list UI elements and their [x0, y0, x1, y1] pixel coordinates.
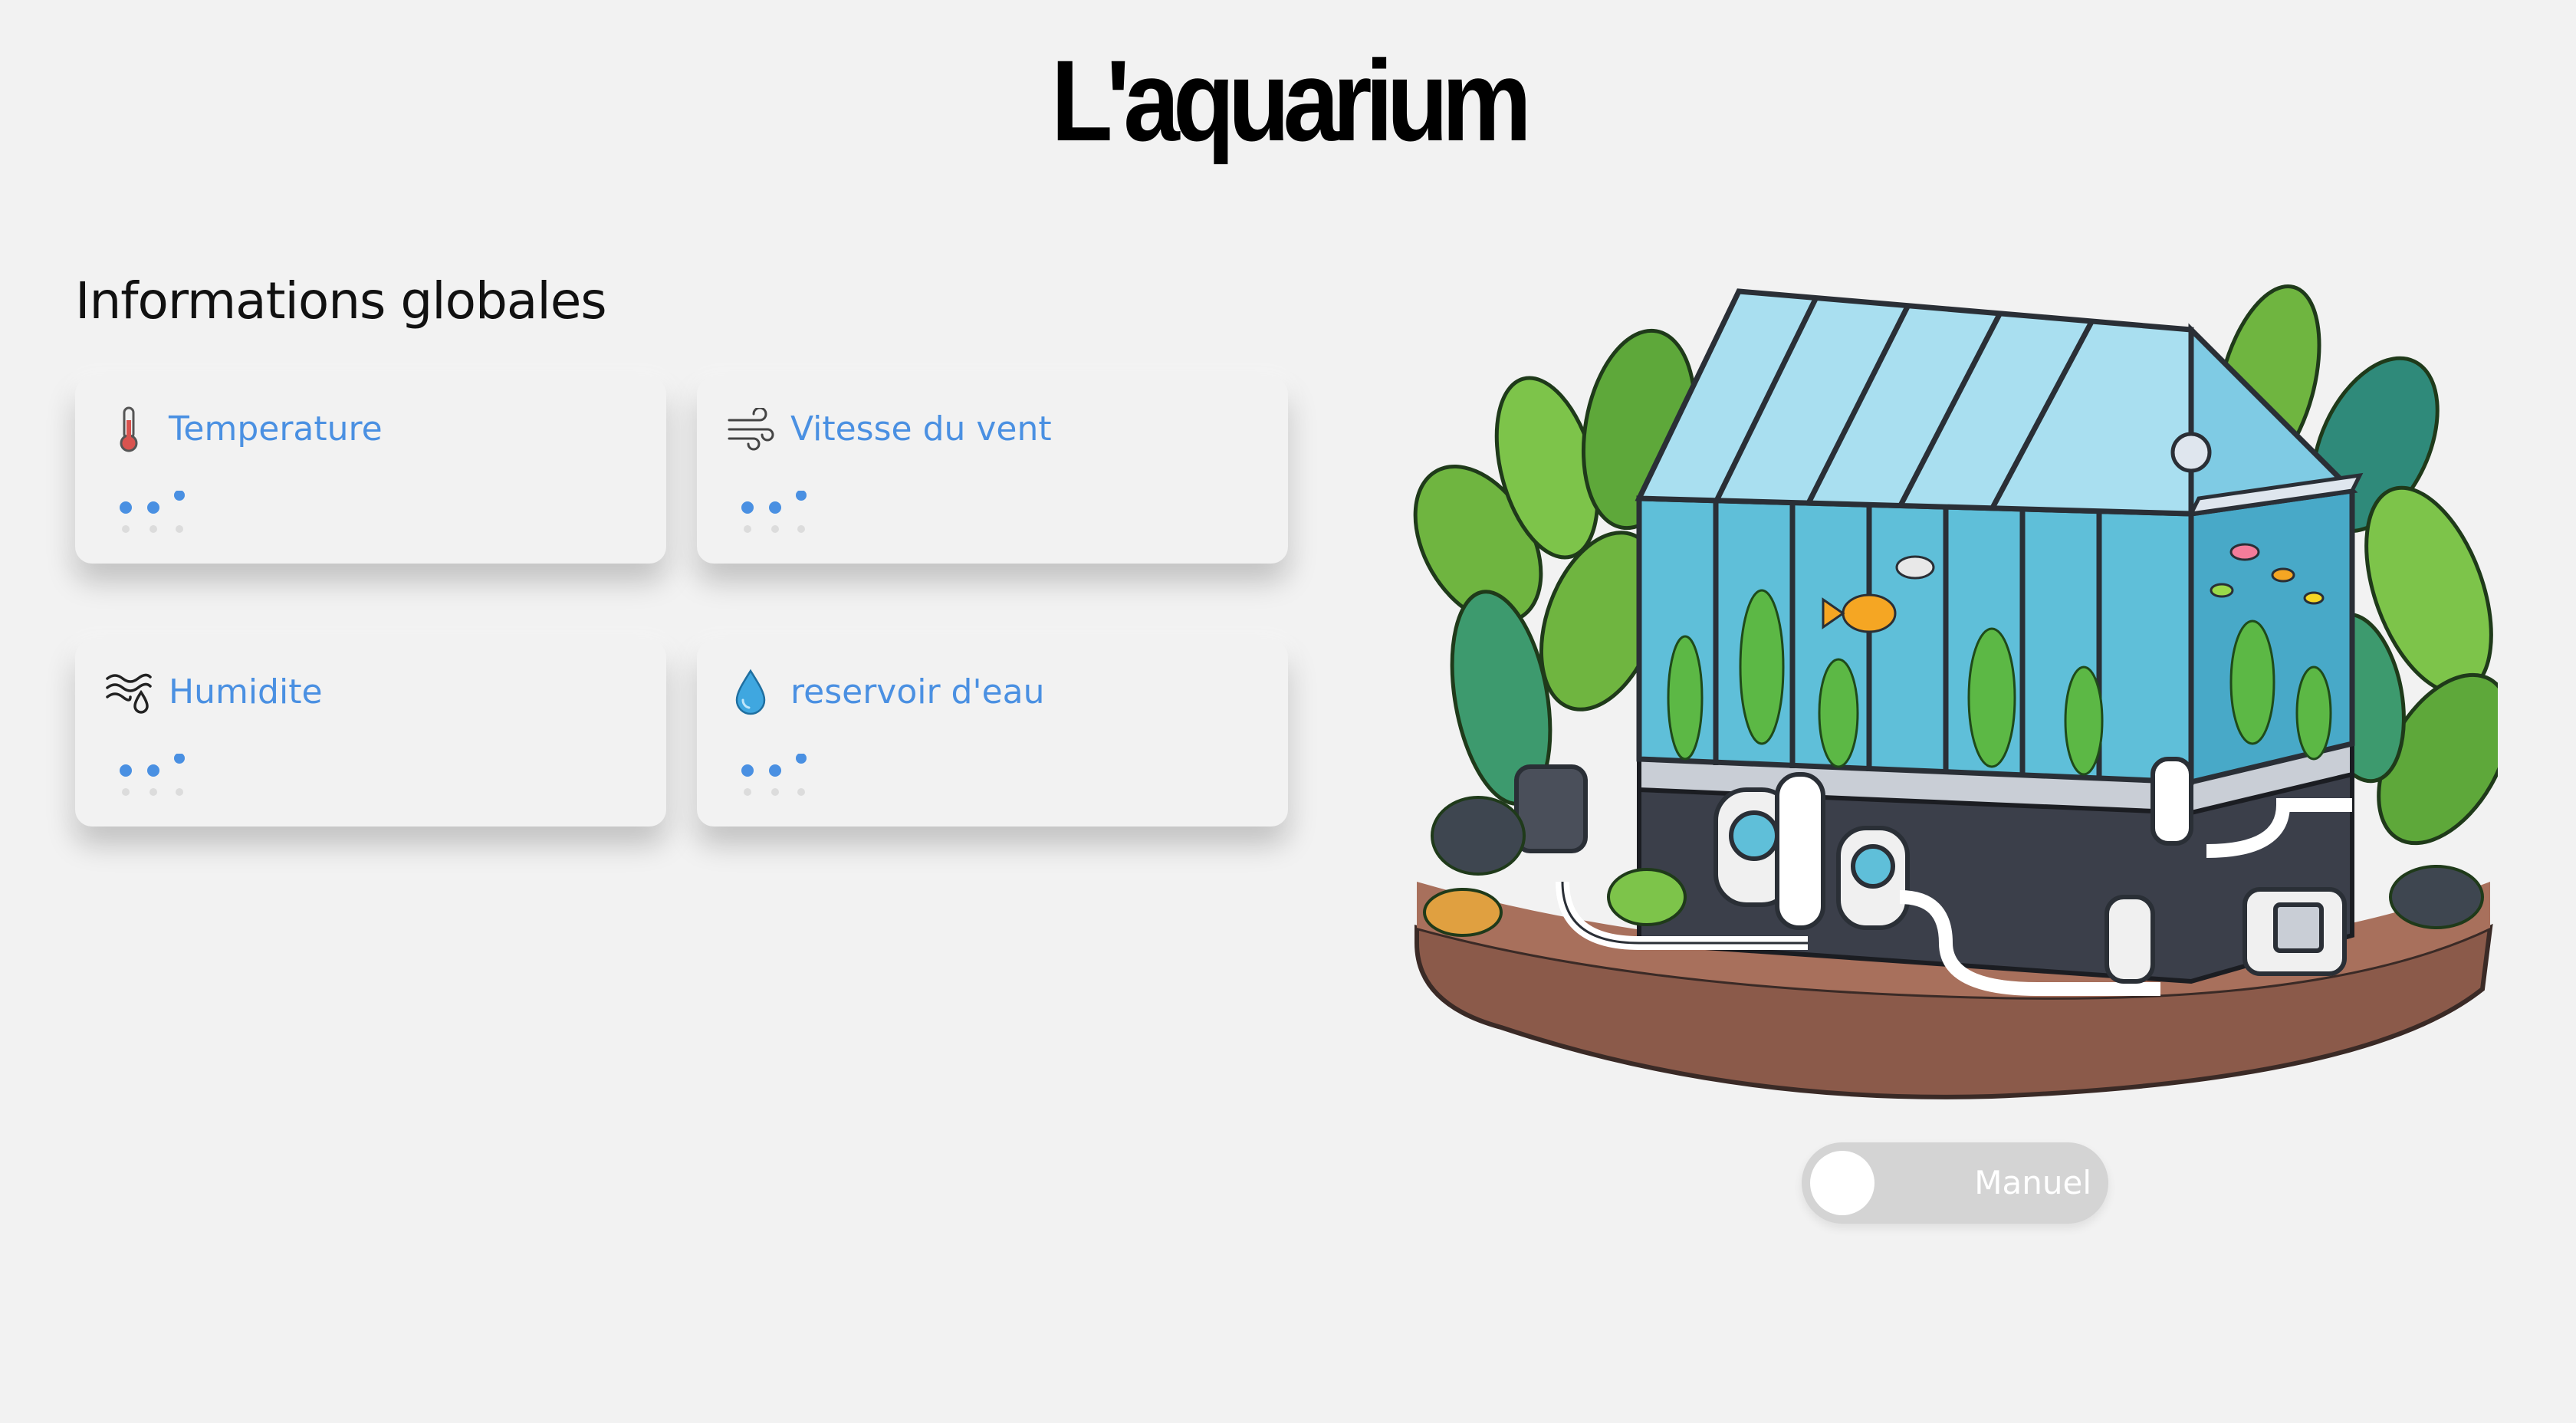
toggle-label: Manuel [1974, 1164, 2091, 1201]
wind-icon [726, 405, 775, 454]
aquarium-illustration [1413, 284, 2498, 1099]
card-label: Humidite [169, 672, 323, 712]
app-title: L'aquarium [1050, 36, 1532, 165]
humidity-icon [104, 668, 153, 717]
water-drop-icon [726, 668, 775, 717]
section-title: Informations globales [75, 271, 607, 330]
toggle-knob[interactable] [1810, 1151, 1875, 1215]
loading-dots [741, 754, 807, 796]
thermometer-icon [104, 405, 153, 454]
card-label: Temperature [169, 409, 383, 449]
card-label: Vitesse du vent [790, 409, 1052, 449]
card-wind-speed[interactable]: Vitesse du vent [697, 377, 1288, 564]
card-humidity[interactable]: Humidite [75, 640, 666, 827]
loading-dots [741, 491, 807, 533]
card-water-tank[interactable]: reservoir d'eau [697, 640, 1288, 827]
card-temperature[interactable]: Temperature [75, 377, 666, 564]
page: L'aquarium Informations globales Tempera… [0, 0, 2576, 1423]
card-label: reservoir d'eau [790, 672, 1045, 712]
loading-dots [120, 754, 185, 796]
loading-dots [120, 491, 185, 533]
mode-toggle[interactable]: Manuel [1802, 1142, 2108, 1224]
